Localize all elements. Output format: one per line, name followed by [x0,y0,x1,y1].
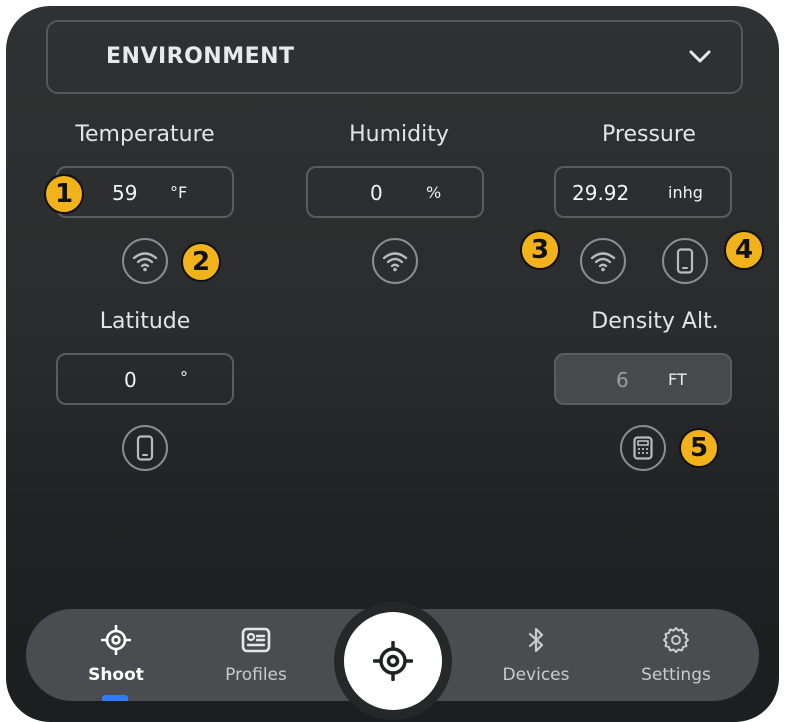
latitude-field[interactable]: 0 ° [56,353,234,405]
density-alt-field: 6 FT [554,353,732,405]
density-alt-value: 6 [616,368,629,392]
section-dropdown[interactable]: ENVIRONMENT [46,20,743,94]
callout-badge-2: 2 [181,242,221,282]
wifi-icon [382,252,408,272]
humidity-wifi-source-button[interactable] [372,238,418,284]
pressure-wifi-source-button[interactable] [580,238,626,284]
humidity-field[interactable]: 0 % [306,166,484,218]
crosshair-icon [373,641,413,681]
humidity-value: 0 [370,181,383,205]
latitude-value: 0 [124,368,137,392]
nav-profiles[interactable]: Profiles [206,609,306,701]
density-alt-unit: FT [668,370,687,389]
callout-badge-4: 4 [724,230,764,270]
nav-devices-label: Devices [502,665,570,685]
pressure-phone-source-button[interactable] [662,238,708,284]
humidity-unit: % [426,183,442,202]
density-alt-label: Density Alt. [591,309,719,334]
pressure-unit: inhg [668,183,703,202]
active-tab-indicator [102,695,128,701]
calculator-icon [633,436,653,460]
density-alt-calculator-button[interactable] [620,425,666,471]
crosshair-icon [101,625,131,655]
pressure-label: Pressure [602,122,696,147]
profile-card-icon [241,627,271,653]
callout-badge-1: 1 [44,174,84,214]
bluetooth-icon [528,627,544,653]
temperature-wifi-source-button[interactable] [122,238,168,284]
wifi-icon [590,252,616,272]
latitude-label: Latitude [99,309,191,334]
latitude-phone-source-button[interactable] [122,425,168,471]
phone-icon [136,435,154,461]
nav-settings-label: Settings [641,665,711,685]
pressure-value: 29.92 [572,181,630,205]
nav-shoot[interactable]: Shoot [66,609,166,701]
center-shoot-button[interactable] [344,612,442,710]
gear-icon [663,627,689,653]
nav-profiles-label: Profiles [225,665,287,685]
pressure-field[interactable]: 29.92 inhg [554,166,732,218]
section-dropdown-label: ENVIRONMENT [106,44,295,69]
callout-badge-3: 3 [520,230,560,270]
latitude-unit: ° [180,368,188,387]
callout-badge-5: 5 [679,428,719,468]
phone-icon [676,248,694,274]
temperature-label: Temperature [75,122,215,147]
nav-shoot-label: Shoot [88,665,144,685]
wifi-icon [132,252,158,272]
nav-settings[interactable]: Settings [626,609,726,701]
nav-devices[interactable]: Devices [486,609,586,701]
humidity-label: Humidity [349,122,449,147]
temperature-unit: °F [170,183,188,202]
environment-screen: ENVIRONMENT Temperature 59 °F Humidity 0… [6,6,779,722]
temperature-value: 59 [112,181,138,205]
chevron-down-icon [689,50,711,63]
